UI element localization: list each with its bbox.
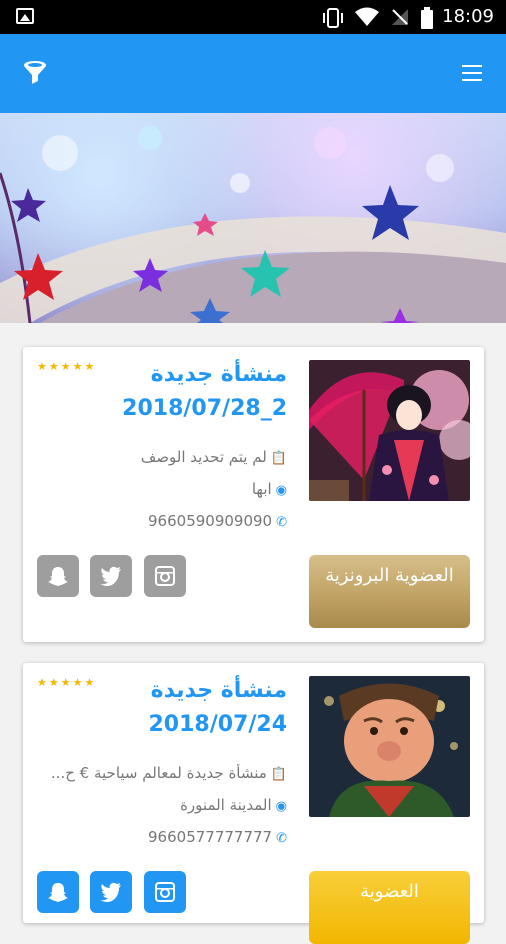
membership-button[interactable]: العضوية البرونزية (309, 555, 470, 628)
image-notification-icon (16, 8, 34, 24)
phone-icon: ✆ (276, 515, 287, 530)
clipboard-icon: 📋 (270, 767, 287, 782)
listing-location: ◉المدينة المنورة (27, 796, 287, 814)
twitter-button[interactable] (90, 871, 132, 913)
listing-phone[interactable]: ✆ 9660590909090 (27, 512, 287, 530)
listing-thumbnail[interactable] (309, 676, 470, 817)
phone-text[interactable]: 9660590909090 (148, 512, 272, 530)
banner-image (0, 113, 506, 323)
listing-title-date[interactable]: 2_2018/07/28 (47, 393, 287, 425)
description-text: منشأة جديدة لمعالم سياحية € ح... (50, 764, 267, 782)
listing-description: 📋لم يتم تحديد الوصف (27, 448, 287, 466)
location-pin-icon: ◉ (275, 483, 287, 498)
no-signal-icon (392, 9, 408, 25)
instagram-icon (155, 882, 175, 902)
twitter-icon (100, 566, 121, 586)
listing-title[interactable]: منشأة جديدة (47, 675, 287, 707)
instagram-button[interactable] (144, 555, 186, 597)
app-bar (0, 34, 506, 113)
instagram-button[interactable] (144, 871, 186, 913)
membership-button[interactable]: العضوية (309, 871, 470, 944)
listing-title[interactable]: منشأة جديدة (47, 359, 287, 391)
banner-illustration (0, 126, 506, 323)
battery-icon (421, 7, 433, 29)
cartoon-character-image (309, 676, 470, 817)
description-text: لم يتم تحديد الوصف (140, 448, 267, 466)
listing-title-date[interactable]: 2018/07/24 (47, 709, 287, 741)
city-text: المدينة المنورة (180, 796, 272, 814)
instagram-icon (155, 566, 175, 586)
clipboard-icon: 📋 (270, 451, 287, 466)
vibrate-icon (323, 8, 343, 28)
phone-text[interactable]: 9660577777777 (148, 828, 272, 846)
listing-card[interactable]: ★★★★★ منشأة جديدة 2018/07/24 📋منشأة جديد… (23, 663, 484, 944)
status-bar: 18:09 (0, 0, 506, 34)
filter-icon[interactable] (22, 60, 48, 86)
menu-icon[interactable] (462, 65, 482, 81)
twitter-icon (100, 882, 121, 902)
listing-thumbnail[interactable] (309, 360, 470, 501)
listing-description: 📋منشأة جديدة لمعالم سياحية € ح... (27, 764, 287, 782)
location-pin-icon: ◉ (275, 799, 287, 814)
status-time: 18:09 (442, 6, 494, 27)
snapchat-button[interactable] (37, 555, 79, 597)
snapchat-icon (48, 567, 68, 586)
city-text: ابها (251, 480, 272, 498)
snapchat-button[interactable] (37, 871, 79, 913)
listing-phone[interactable]: ✆ 9660577777777 (27, 828, 287, 846)
wifi-icon (355, 7, 379, 26)
phone-icon: ✆ (276, 831, 287, 846)
listing-card[interactable]: ★★★★★ منشأة جديدة 2_2018/07/28 📋لم يتم ت… (23, 347, 484, 642)
twitter-button[interactable] (90, 555, 132, 597)
geisha-image (309, 360, 470, 501)
listing-location: ◉ابها (27, 480, 287, 498)
